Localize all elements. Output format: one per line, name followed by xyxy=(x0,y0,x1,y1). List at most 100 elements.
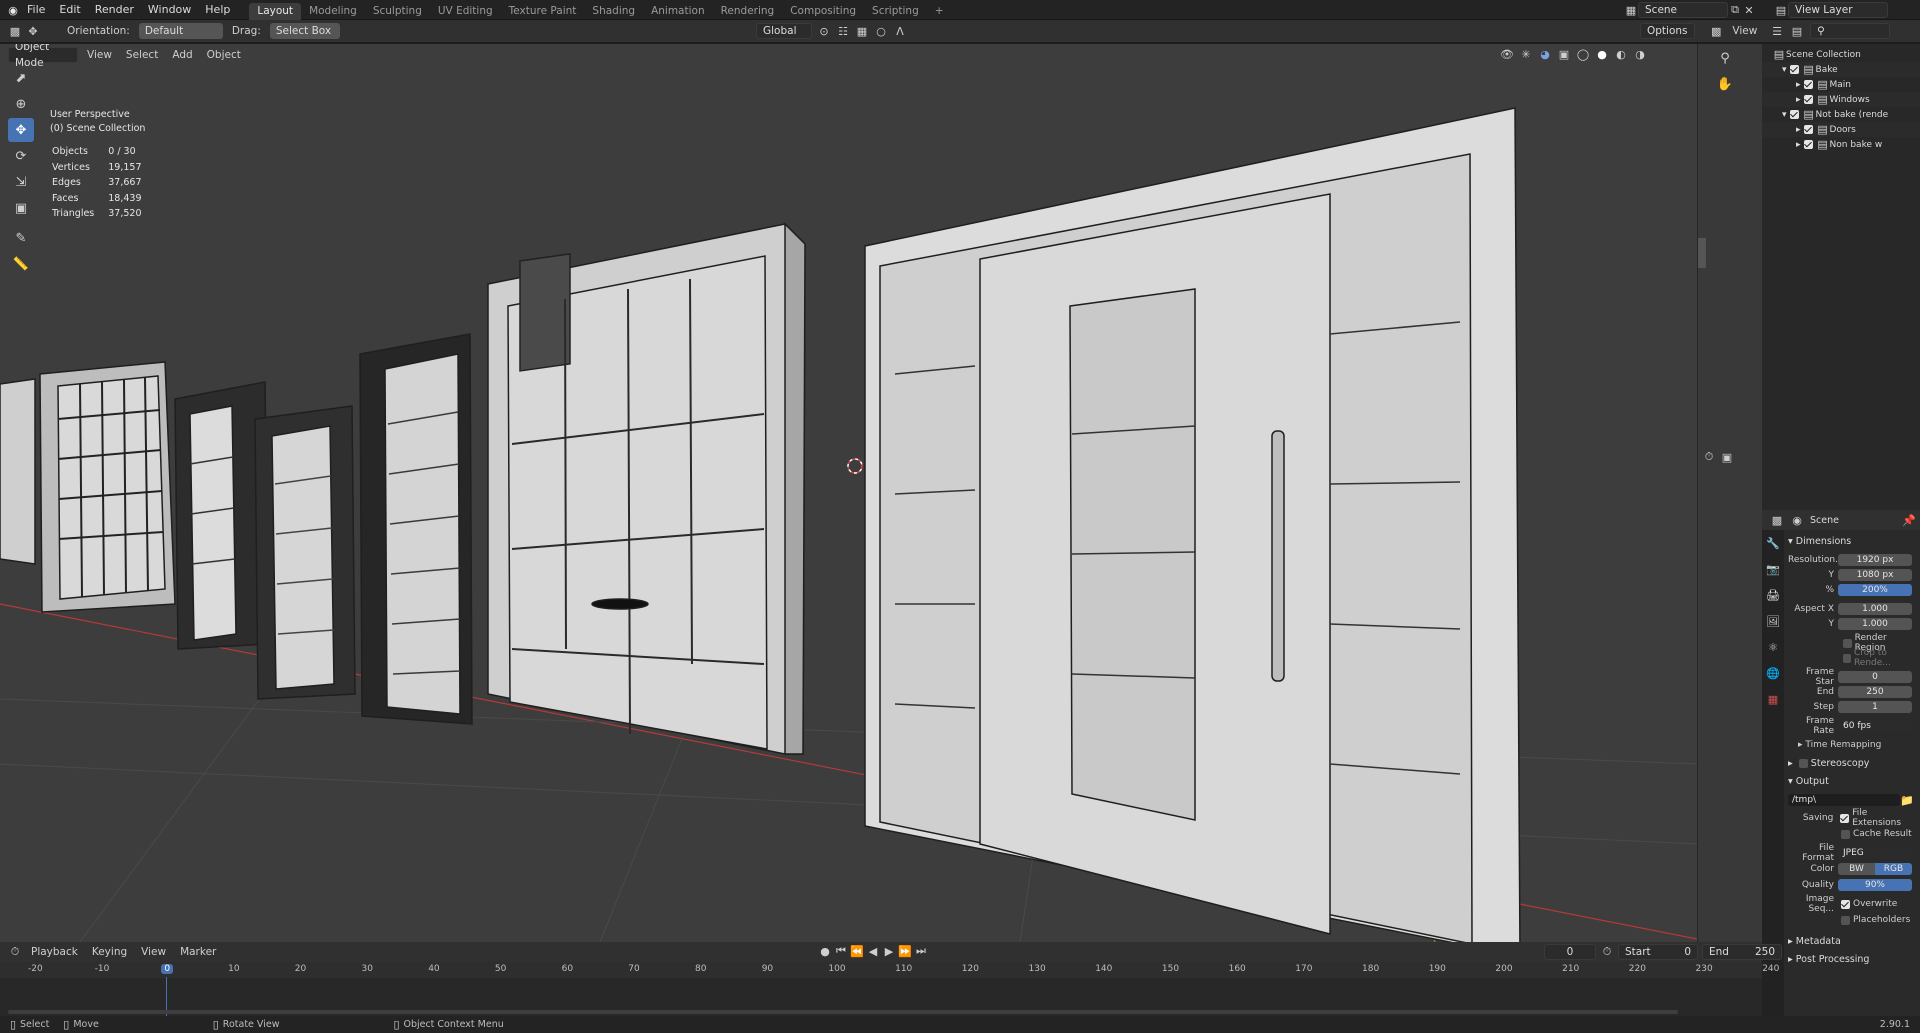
menu-file[interactable]: File xyxy=(20,0,52,20)
outliner-search-input[interactable]: ⚲ xyxy=(1810,23,1890,39)
stereoscopy-checkbox[interactable] xyxy=(1798,758,1808,768)
tool-tab-icon[interactable]: 🔧 xyxy=(1766,536,1780,550)
collapse-arrow-icon[interactable]: ▾ xyxy=(1782,65,1787,75)
output-path-field[interactable]: /tmp\ xyxy=(1788,794,1900,806)
tab-texture-paint[interactable]: Texture Paint xyxy=(501,3,585,20)
post-processing-header[interactable]: ▸ Post Processing xyxy=(1788,952,1918,966)
side-scrollbar[interactable] xyxy=(1698,238,1706,268)
dimensions-panel-header[interactable]: ▾ Dimensions xyxy=(1788,534,1918,548)
play-reverse-icon[interactable]: ◀ xyxy=(866,944,880,958)
outliner-editor-icon[interactable]: ☰ xyxy=(1770,24,1784,38)
prev-keyframe-icon[interactable]: ⏪ xyxy=(850,944,864,958)
tab-animation[interactable]: Animation xyxy=(643,3,713,20)
expand-arrow-icon[interactable]: ▸ xyxy=(1796,125,1801,135)
timeline-menu-keying[interactable]: Keying xyxy=(87,946,132,958)
next-keyframe-icon[interactable]: ⏩ xyxy=(898,944,912,958)
file-format-dropdown[interactable]: JPEG xyxy=(1838,847,1912,859)
view-layer-selector[interactable]: ▤ View Layer xyxy=(1774,2,1888,18)
outliner-row-doors[interactable]: ▸ ▤ Doors xyxy=(1762,122,1920,137)
pivot-icon[interactable]: ⊙ xyxy=(817,24,831,38)
exclude-checkbox[interactable] xyxy=(1803,95,1813,104)
timeline-ruler[interactable]: -20 -10 0 10 20 30 40 50 60 70 80 90 100 110 120 130 140… xyxy=(0,962,1779,978)
scene-tab-icon[interactable]: ⚛ xyxy=(1766,640,1780,654)
render-tab-icon[interactable]: 📷 xyxy=(1766,562,1780,576)
exclude-checkbox[interactable] xyxy=(1803,140,1813,149)
pin-icon[interactable]: 📌 xyxy=(1902,513,1916,527)
expand-arrow-icon[interactable]: ▸ xyxy=(1796,140,1801,150)
falloff-icon[interactable]: Λ xyxy=(893,24,907,38)
stereoscopy-header[interactable]: ▸ Stereoscopy xyxy=(1788,756,1918,770)
outliner-row-not-bake[interactable]: ▾ ▤ Not bake (rende xyxy=(1762,107,1920,122)
color-rgb-button[interactable]: RGB xyxy=(1875,863,1912,875)
metadata-header[interactable]: ▸ Metadata xyxy=(1788,934,1918,948)
resolution-percent-slider[interactable]: 200% xyxy=(1838,584,1912,596)
copy-icon[interactable]: ⧉ xyxy=(1728,3,1742,17)
drag-dropdown[interactable]: Select Box xyxy=(269,23,340,39)
tab-layout[interactable]: Layout xyxy=(249,2,302,20)
scene-selector[interactable]: ▦ Scene ⧉ ✕ xyxy=(1624,2,1756,18)
tab-modeling[interactable]: Modeling xyxy=(301,3,365,20)
move-tool-button[interactable]: ✥ xyxy=(8,118,34,142)
object-icon[interactable]: ▣ xyxy=(1720,450,1734,464)
resolution-x-field[interactable]: 1920 px xyxy=(1838,554,1912,566)
outliner-row-windows[interactable]: ▸ ▤ Windows xyxy=(1762,92,1920,107)
expand-arrow-icon[interactable]: ▸ xyxy=(1796,80,1801,90)
scene-name-field[interactable]: Scene xyxy=(1638,2,1728,18)
tab-compositing[interactable]: Compositing xyxy=(782,3,864,20)
transform-tool-icon[interactable]: ▣ xyxy=(8,196,34,220)
properties-editor-icon[interactable]: ⏱ xyxy=(1702,450,1716,464)
tab-shading[interactable]: Shading xyxy=(584,3,643,20)
select-tool-icon[interactable]: ⬈ xyxy=(8,66,34,90)
timeline-menu-playback[interactable]: Playback xyxy=(26,946,83,958)
orientation-dropdown[interactable]: Default xyxy=(138,23,223,39)
transform-orientation-dropdown[interactable]: Global xyxy=(756,23,812,39)
clock-icon[interactable]: ⏱ xyxy=(1600,945,1614,959)
options-dropdown[interactable]: Options xyxy=(1640,23,1695,39)
timeline-body[interactable]: -20 -10 0 10 20 30 40 50 60 70 80 90 100 110 120 130 140… xyxy=(0,962,1779,1016)
time-remapping-header[interactable]: ▸ Time Remapping xyxy=(1788,738,1918,752)
placeholders-checkbox[interactable] xyxy=(1841,915,1850,925)
texture-tab-icon[interactable]: ▦ xyxy=(1766,692,1780,706)
snap-target-icon[interactable]: ▦ xyxy=(855,24,869,38)
resolution-y-field[interactable]: 1080 px xyxy=(1838,569,1912,581)
editor-type-icon-2[interactable]: ▩ xyxy=(1711,24,1721,38)
side-view-menu[interactable]: View xyxy=(1727,25,1762,37)
frame-rate-dropdown[interactable]: 60 fps xyxy=(1838,720,1912,732)
exclude-checkbox[interactable] xyxy=(1803,80,1813,89)
record-icon[interactable]: ● xyxy=(818,944,832,958)
aspect-y-field[interactable]: 1.000 xyxy=(1838,618,1912,630)
end-frame-field[interactable]: End 250 xyxy=(1702,944,1782,960)
quality-slider[interactable]: 90% xyxy=(1838,879,1912,891)
outliner-row-main[interactable]: ▸ ▤ Main xyxy=(1762,77,1920,92)
add-workspace-button[interactable]: + xyxy=(927,3,952,20)
timeline-editor-icon[interactable]: ⏱ xyxy=(8,945,22,959)
outliner-row-non-bake[interactable]: ▸ ▤ Non bake w xyxy=(1762,137,1920,152)
aspect-x-field[interactable]: 1.000 xyxy=(1838,603,1912,615)
measure-tool-icon[interactable]: 📏 xyxy=(8,252,34,276)
cache-result-checkbox[interactable] xyxy=(1841,829,1850,839)
timeline-scrollbar[interactable] xyxy=(8,1010,1678,1014)
folder-icon[interactable]: 📁 xyxy=(1900,793,1914,807)
menu-render[interactable]: Render xyxy=(88,0,141,20)
view-layer-tab-icon[interactable]: 🖼 xyxy=(1766,614,1780,628)
annotate-tool-icon[interactable]: ✎ xyxy=(8,226,34,250)
timeline-menu-marker[interactable]: Marker xyxy=(175,946,221,958)
render-region-checkbox[interactable] xyxy=(1843,638,1852,648)
menu-edit[interactable]: Edit xyxy=(52,0,87,20)
crop-checkbox[interactable] xyxy=(1843,653,1851,663)
exclude-checkbox[interactable] xyxy=(1789,110,1799,119)
expand-arrow-icon[interactable]: ▸ xyxy=(1796,95,1801,105)
tab-scripting[interactable]: Scripting xyxy=(864,3,927,20)
exclude-checkbox[interactable] xyxy=(1803,125,1813,134)
menu-help[interactable]: Help xyxy=(198,0,237,20)
current-frame-field[interactable]: 0 xyxy=(1544,944,1596,960)
overwrite-checkbox[interactable] xyxy=(1841,899,1850,909)
frame-start-field[interactable]: 0 xyxy=(1838,671,1912,683)
start-frame-field[interactable]: Start 0 xyxy=(1618,944,1698,960)
proportional-edit-icon[interactable]: ○ xyxy=(874,24,888,38)
collapse-arrow-icon[interactable]: ▾ xyxy=(1782,110,1787,120)
zoom-icon[interactable]: ⚲ xyxy=(1712,46,1738,70)
rotate-tool-icon[interactable]: ⟳ xyxy=(8,144,34,168)
outliner-row-bake[interactable]: ▾ ▤ Bake xyxy=(1762,62,1920,77)
editor-type-icon[interactable]: ▩ xyxy=(8,24,22,38)
